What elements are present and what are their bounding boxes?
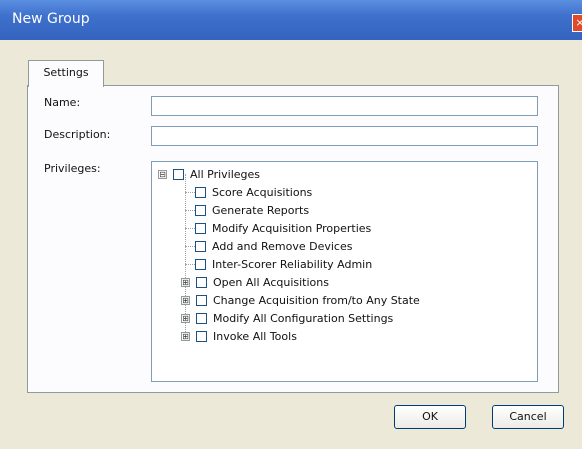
tree-connector	[185, 228, 195, 229]
name-label: Name:	[44, 96, 81, 109]
checkbox[interactable]	[195, 204, 206, 216]
tree-node: ⊞ Change Acquisition from/to Any State	[181, 292, 420, 308]
checkbox[interactable]	[195, 258, 206, 270]
tree-node: Generate Reports	[195, 202, 309, 218]
checkbox[interactable]	[196, 330, 207, 342]
window-title: New Group	[12, 11, 90, 27]
name-field[interactable]	[151, 96, 538, 116]
checkbox[interactable]	[173, 168, 184, 180]
tree-connector	[185, 192, 195, 193]
checkbox[interactable]	[196, 312, 207, 324]
tree-node: Add and Remove Devices	[195, 238, 352, 254]
tab-settings[interactable]: Settings	[28, 60, 104, 87]
privileges-label: Privileges:	[44, 162, 101, 175]
tree-connector	[185, 264, 195, 265]
tree-node-all-privileges: ⊟ All Privileges	[158, 166, 260, 182]
tree-connector	[185, 210, 195, 211]
tree-node: Score Acquisitions	[195, 184, 312, 200]
tree-node-label: Score Acquisitions	[212, 185, 313, 199]
tree-node-label: Add and Remove Devices	[212, 239, 353, 253]
expand-icon[interactable]: ⊞	[181, 313, 190, 323]
checkbox[interactable]	[196, 294, 207, 306]
tree-node-label: Inter-Scorer Reliability Admin	[212, 257, 373, 271]
description-field[interactable]	[151, 126, 538, 146]
expand-icon[interactable]: ⊞	[181, 331, 190, 341]
checkbox[interactable]	[195, 240, 206, 252]
tree-node-label: Modify All Configuration Settings	[213, 311, 394, 325]
tree-node: ⊞ Modify All Configuration Settings	[181, 310, 393, 326]
tree-node: Inter-Scorer Reliability Admin	[195, 256, 372, 272]
new-group-dialog: New Group × Settings Name: Description: …	[0, 0, 582, 449]
expand-icon[interactable]: ⊞	[181, 295, 190, 305]
collapse-icon[interactable]: ⊟	[158, 169, 167, 179]
ok-button[interactable]: OK	[394, 405, 466, 429]
settings-panel: Name: Description: Privileges: ⊟ All Pri…	[27, 85, 559, 393]
cancel-button[interactable]: Cancel	[492, 405, 564, 429]
tree-node: ⊞ Invoke All Tools	[181, 328, 297, 344]
tree-node-label: Generate Reports	[212, 203, 310, 217]
tree-node-label: Change Acquisition from/to Any State	[213, 293, 420, 307]
tree-node-label: Modify Acquisition Properties	[212, 221, 372, 235]
expand-icon[interactable]: ⊞	[181, 277, 190, 287]
checkbox[interactable]	[196, 276, 207, 288]
description-label: Description:	[44, 128, 111, 141]
title-bar[interactable]: New Group ×	[0, 0, 582, 40]
tree-node-label: Invoke All Tools	[213, 329, 297, 343]
tree-node: Modify Acquisition Properties	[195, 220, 371, 236]
privileges-tree[interactable]: ⊟ All Privileges Score Acquisitions Gene…	[151, 161, 538, 382]
tree-node-label: All Privileges	[190, 167, 261, 181]
checkbox[interactable]	[195, 222, 206, 234]
checkbox[interactable]	[195, 186, 206, 198]
close-icon[interactable]: ×	[572, 14, 582, 32]
tree-connector	[185, 246, 195, 247]
tree-node: ⊞ Open All Acquisitions	[181, 274, 329, 290]
tree-node-label: Open All Acquisitions	[213, 275, 329, 289]
